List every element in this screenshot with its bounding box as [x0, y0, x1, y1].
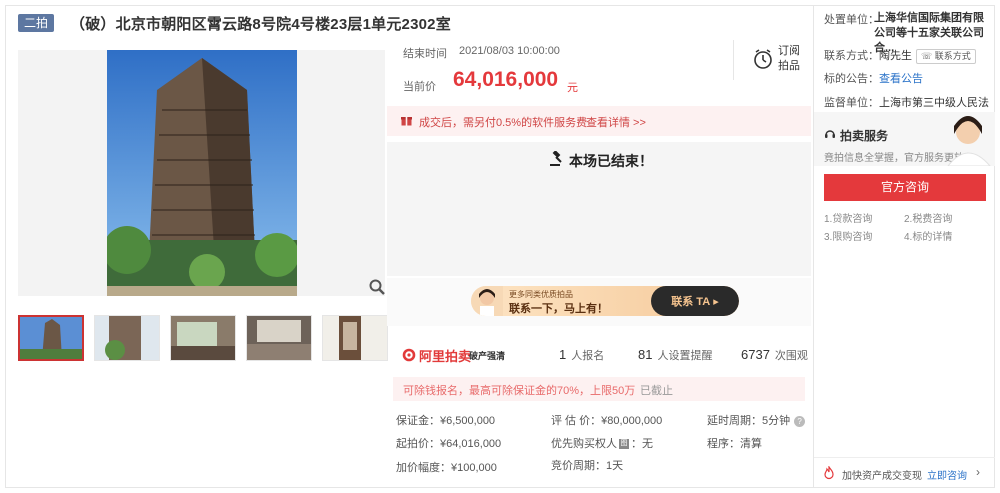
detail-appraisal: 评 估 价：¥80,000,000: [551, 415, 663, 427]
auction-status-box: 本场已结束！: [387, 142, 811, 276]
official-consult-button[interactable]: 官方咨询: [824, 174, 986, 201]
signup-count: 1 人报名: [559, 347, 604, 363]
banner-big-text: 联系一下，马上有！: [509, 303, 608, 315]
brand-name: 阿里拍卖: [419, 349, 472, 364]
current-price: 64,016,000: [453, 68, 559, 91]
thumbnail-5[interactable]: [322, 315, 388, 361]
fee-text: 成交后，需另付0.5%的软件服务费: [419, 117, 588, 129]
zoom-icon[interactable]: [368, 278, 386, 296]
views-num: 6737: [741, 347, 770, 362]
deposit-notice: 可除钱报名，最高可除保证金的70%，上限50万 已截止: [393, 377, 805, 401]
right-sidebar: 处置单位： 上海华信国际集团有限公司等十五家关联公司合... 联系方式：陶先生 ☏…: [813, 5, 995, 488]
contact-ta-button[interactable]: 联系 TA ▸: [651, 286, 739, 316]
service-loan[interactable]: 1.贷款咨询: [824, 210, 872, 225]
supervisor-label: 监督单位：: [824, 97, 879, 109]
org-label: 处置单位：: [824, 14, 879, 26]
signup-label: 人报名: [571, 350, 605, 362]
detail-delay-text: 延时周期：5分钟: [707, 415, 791, 427]
building-photo: [107, 50, 297, 296]
fee-notice: 成交后，需另付0.5%的软件服务费 查看详情 >>: [387, 106, 811, 136]
service-box: 拍卖服务 竟拍信息全掌握，官方服务更放心: [814, 112, 995, 166]
service-title: 拍卖服务: [840, 129, 889, 143]
notice-row: 标的公告：查看公告: [824, 70, 923, 86]
service-tax[interactable]: 2.税费咨询: [904, 210, 952, 225]
views-label: 次围观: [774, 350, 808, 362]
banner-small-text: 更多同类优质拍品: [509, 290, 573, 299]
notice-link[interactable]: 查看公告: [879, 73, 923, 85]
thumbnail-1[interactable]: [18, 315, 84, 361]
end-time-label: 结束时间: [403, 48, 447, 60]
stats-bar: 阿里拍卖 破产强清 1 人报名 81 人设置提醒 6737 次围观: [387, 340, 811, 370]
contact-ta-label: 联系 TA: [671, 296, 711, 308]
remind-label: 人设置提醒: [657, 350, 713, 362]
fee-detail-link[interactable]: 查看详情 >>: [586, 114, 646, 130]
brand-slogan: 破产强清: [469, 351, 506, 361]
deposit-notice-text: 可除钱报名，最高可除保证金的70%，上限50万: [403, 385, 636, 397]
help-icon[interactable]: ?: [794, 415, 806, 427]
contact-name: 陶先生: [879, 50, 912, 62]
signup-num: 1: [559, 347, 567, 362]
contact-banner: 更多同类优质拍品 联系一下，马上有！ 联系 TA ▸: [387, 278, 811, 326]
detail-deposit: 保证金：¥6,500,000: [396, 415, 496, 427]
contact-method-label: 联系方式: [934, 51, 971, 61]
price-unit: 元: [567, 82, 578, 94]
round-badge: 二拍: [18, 14, 55, 32]
detail-priority-label: 优先购买权人: [551, 438, 617, 450]
notice-label: 标的公告：: [824, 73, 879, 85]
chevron-right-icon: ›: [976, 465, 980, 479]
ali-logo-icon: [402, 348, 416, 362]
remind-count: 81 人设置提醒: [638, 347, 712, 363]
thumbnail-4[interactable]: [246, 315, 312, 361]
detail-priority-value: ：无: [631, 438, 653, 450]
consult-now-link[interactable]: 立即咨询: [927, 467, 967, 482]
asset-cta-text: 加快资产成交变现: [842, 471, 922, 482]
service-details[interactable]: 4.标的详情: [904, 228, 952, 243]
service-restriction[interactable]: 3.限购咨询: [824, 228, 872, 243]
thumbnail-2[interactable]: [94, 315, 160, 361]
detail-increment: 加价幅度：¥100,000: [396, 462, 497, 474]
detail-delay: 延时周期：5分钟?: [707, 412, 806, 428]
deposit-notice-status: 已截止: [640, 385, 673, 397]
subscribe-label: 订阅拍品: [778, 45, 800, 72]
contact-label: 联系方式：: [824, 50, 879, 62]
contact-ta-banner[interactable]: 更多同类优质拍品 联系一下，马上有！ 联系 TA ▸: [471, 286, 739, 316]
end-time-value: 2021/08/03 10:00:00: [459, 45, 560, 57]
thumbnail-strip: [18, 315, 398, 361]
auction-ended-text: 本场已结束！: [569, 153, 653, 169]
asset-cta-bar[interactable]: 加快资产成交变现 立即咨询 ›: [814, 457, 995, 487]
clock-icon: [754, 49, 772, 69]
fire-icon: [824, 466, 834, 480]
thumbnail-3[interactable]: [170, 315, 236, 361]
view-count: 6737 次围观: [741, 347, 808, 363]
service-icon: [825, 130, 835, 138]
subscribe-button[interactable]: 订阅拍品: [733, 40, 811, 80]
detail-start-price: 起拍价：¥64,016,000: [396, 438, 502, 450]
page-title: （破）北京市朝阳区霄云路8号院4号楼23层1单元2302室: [70, 15, 451, 33]
contact-method-button[interactable]: ☏ 联系方式: [916, 49, 976, 64]
main-image[interactable]: [18, 50, 385, 296]
remind-num: 81: [638, 347, 653, 362]
detail-bid-period: 竞价周期：1天: [551, 460, 624, 472]
price-label: 当前价: [403, 81, 436, 93]
detail-procedure: 程序：清算: [707, 438, 762, 450]
gift-icon: [401, 117, 412, 126]
detail-priority: 优先购买权人图：无: [551, 435, 653, 451]
gavel-icon: [550, 151, 562, 166]
contact-row: 联系方式：陶先生 ☏ 联系方式: [824, 47, 976, 64]
agent-avatar: [471, 286, 503, 316]
title-row: 二拍 （破）北京市朝阳区霄云路8号院4号楼23层1单元2302室: [18, 14, 451, 33]
service-agent-image: [947, 116, 991, 166]
priority-image-icon[interactable]: 图: [619, 439, 629, 450]
